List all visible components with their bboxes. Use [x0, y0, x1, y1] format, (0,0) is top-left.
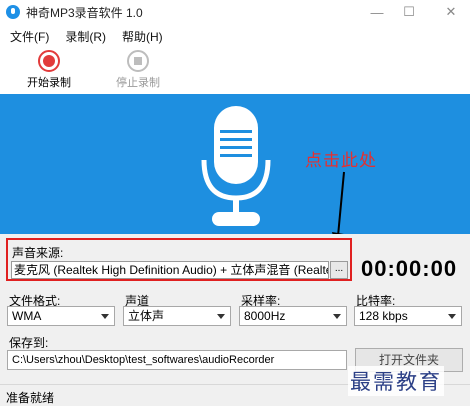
- status-text: 准备就绪: [6, 391, 55, 405]
- save-label: 保存到:: [9, 336, 49, 350]
- window-title: 神奇MP3录音软件 1.0: [26, 5, 143, 20]
- watermark-logo: 最需教育: [348, 366, 444, 396]
- microphone-icon: [201, 106, 271, 226]
- record-timer: 00:00:00: [361, 256, 458, 281]
- callout-text: 点击此处: [305, 151, 377, 170]
- recording-panel: 点击此处: [0, 94, 470, 248]
- menu-help[interactable]: 帮助(H): [116, 28, 169, 45]
- chevron-down-icon: [101, 314, 109, 319]
- close-button[interactable]: ✕: [436, 0, 466, 24]
- app-icon: [6, 5, 20, 19]
- channel-select[interactable]: 立体声: [123, 306, 231, 326]
- toolbar: 开始录制 停止录制: [0, 46, 470, 94]
- minimize-button[interactable]: —: [362, 0, 392, 24]
- source-highlight-box: 声音来源: 麦克风 (Realtek High Definition Audio…: [6, 238, 352, 281]
- stop-icon: [127, 50, 149, 72]
- save-path-field[interactable]: C:\Users\zhou\Desktop\test_softwares\aud…: [7, 350, 347, 370]
- channel-value: 立体声: [128, 309, 165, 323]
- menu-bar: 文件(F) 录制(R) 帮助(H): [0, 26, 470, 46]
- sample-rate-select[interactable]: 8000Hz: [239, 306, 347, 326]
- maximize-button[interactable]: ☐: [394, 0, 424, 24]
- menu-record[interactable]: 录制(R): [59, 28, 112, 45]
- chevron-down-icon: [448, 314, 456, 319]
- source-field[interactable]: 麦克风 (Realtek High Definition Audio) + 立体…: [11, 261, 329, 279]
- start-record-label: 开始录制: [27, 77, 71, 89]
- sample-rate-value: 8000Hz: [244, 309, 286, 323]
- chevron-down-icon: [217, 314, 225, 319]
- record-icon: [38, 50, 60, 72]
- source-browse-button[interactable]: ...: [330, 261, 348, 279]
- source-label: 声音来源:: [12, 246, 64, 260]
- bitrate-value: 128 kbps: [359, 309, 408, 323]
- stop-record-label: 停止录制: [116, 77, 160, 89]
- bitrate-select[interactable]: 128 kbps: [354, 306, 462, 326]
- settings-panel: 声音来源: 麦克风 (Realtek High Definition Audio…: [0, 234, 470, 384]
- format-select[interactable]: WMA: [7, 306, 115, 326]
- start-record-button[interactable]: 开始录制: [14, 50, 84, 92]
- title-bar: 神奇MP3录音软件 1.0 — ☐ ✕: [0, 0, 470, 24]
- chevron-down-icon: [333, 314, 341, 319]
- menu-file[interactable]: 文件(F): [4, 28, 55, 45]
- stop-record-button[interactable]: 停止录制: [103, 50, 173, 92]
- format-value: WMA: [12, 309, 42, 323]
